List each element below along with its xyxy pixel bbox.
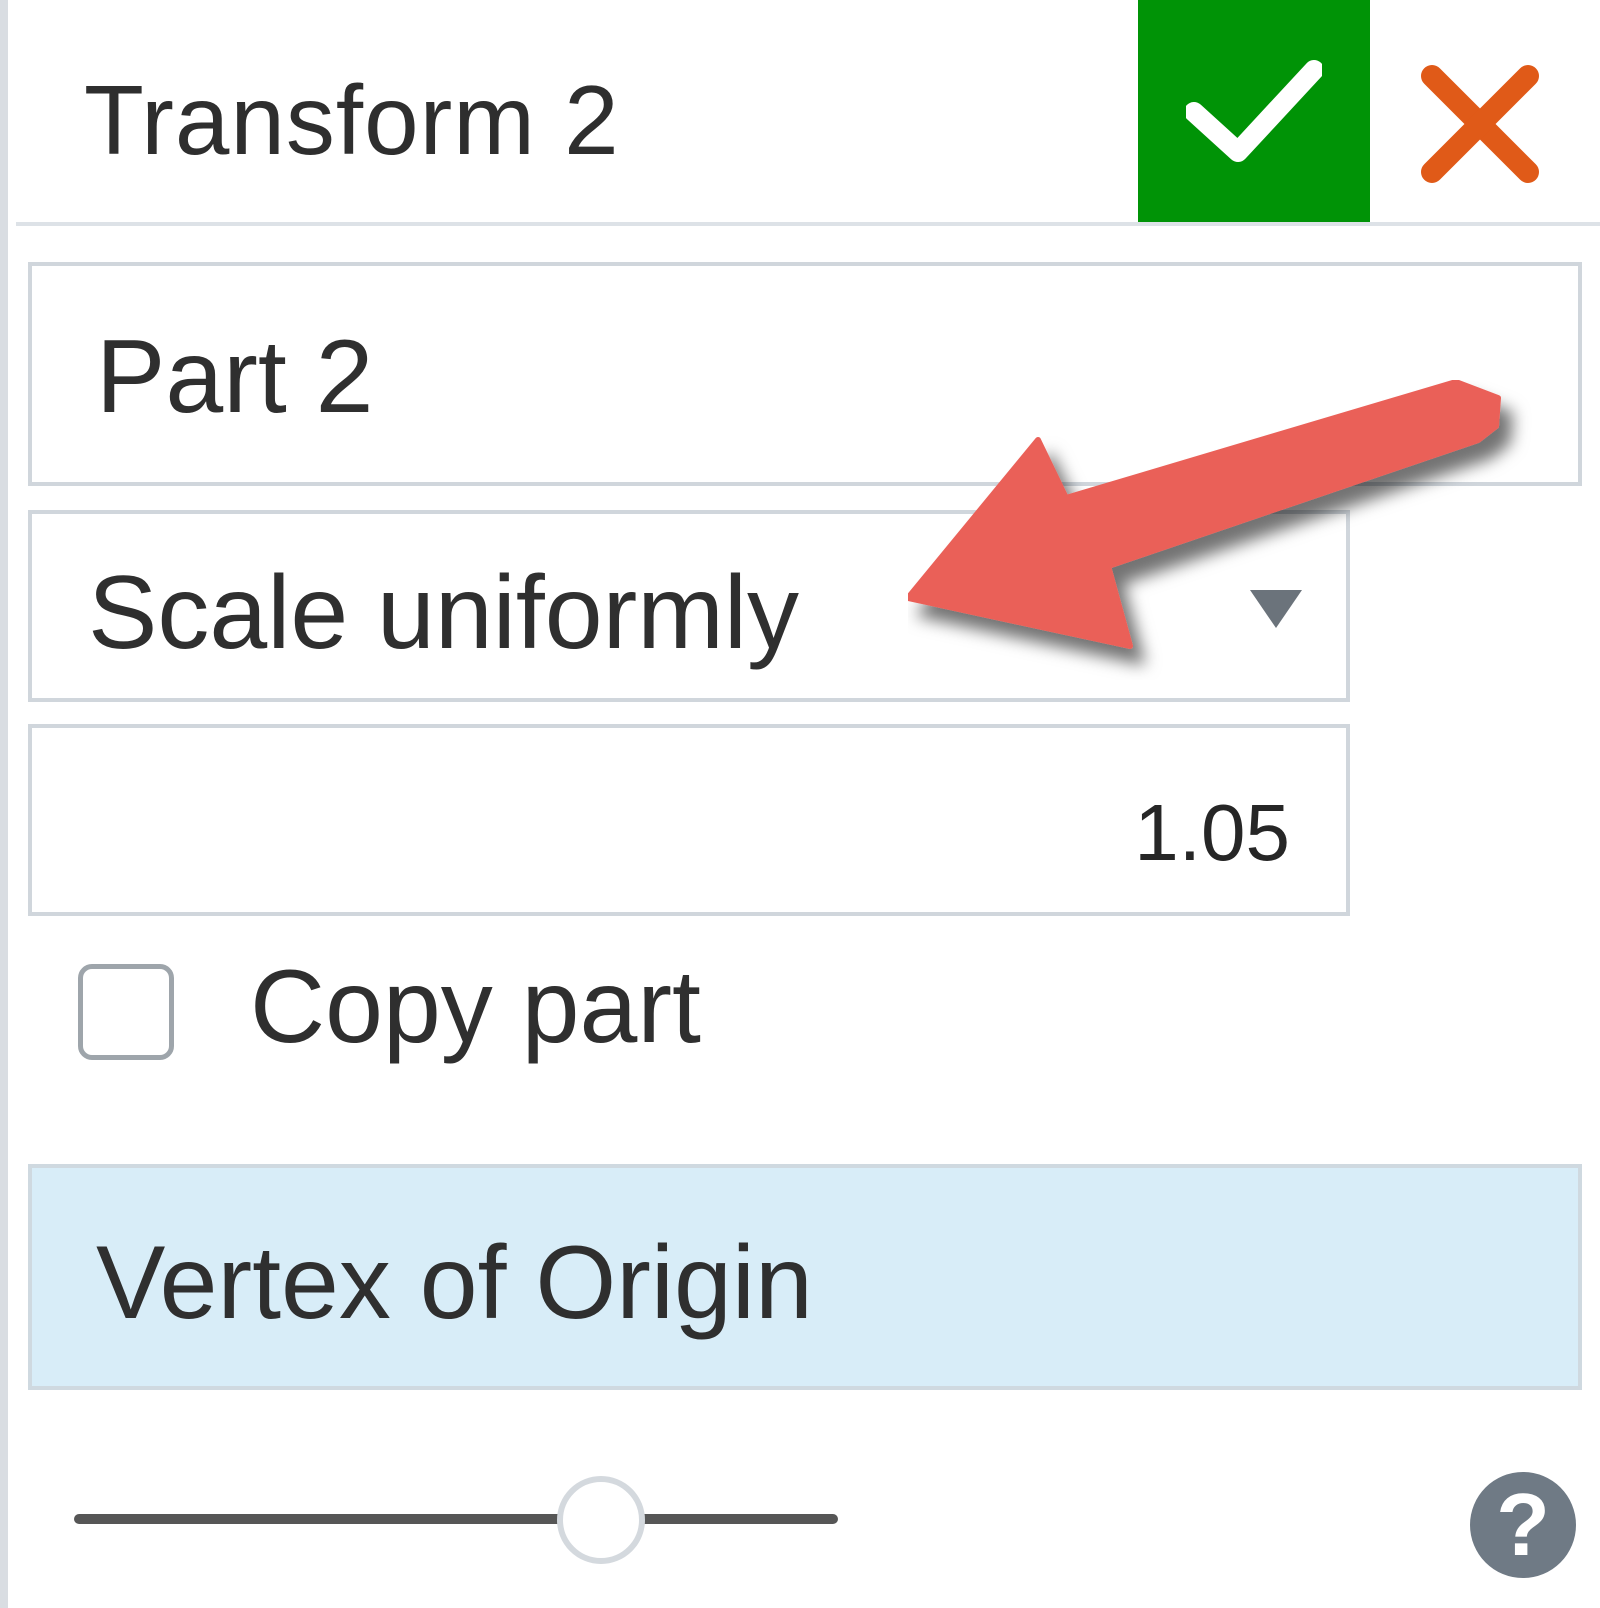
rollback-slider[interactable] (74, 1470, 844, 1570)
part-selection-value: Part 2 (96, 319, 374, 435)
copy-part-checkbox[interactable] (78, 964, 174, 1060)
accept-button[interactable] (1138, 0, 1370, 222)
dialog-title: Transform 2 (84, 65, 620, 175)
question-mark-icon[interactable]: ? (1470, 1472, 1576, 1578)
slider-thumb[interactable] (557, 1476, 645, 1564)
close-x-icon (1421, 65, 1539, 183)
copy-part-row: Copy part (74, 950, 974, 1090)
point-selection-field[interactable]: Vertex of Origin (28, 1164, 1582, 1390)
copy-part-label: Copy part (250, 949, 701, 1065)
slider-track (74, 1514, 838, 1524)
cancel-button[interactable] (1410, 54, 1550, 194)
feature-dialog: Transform 2 Part 2 Scale uniformly 1.05 … (0, 0, 1600, 1608)
transform-type-value: Scale uniformly (88, 555, 799, 671)
scale-factor-value: 1.05 (1134, 788, 1290, 877)
scale-factor-input[interactable]: 1.05 (28, 724, 1350, 916)
point-selection-value: Vertex of Origin (96, 1225, 813, 1341)
red-arrow-icon (908, 380, 1501, 649)
checkmark-icon (1186, 60, 1322, 162)
dialog-header: Transform 2 (16, 0, 1600, 226)
